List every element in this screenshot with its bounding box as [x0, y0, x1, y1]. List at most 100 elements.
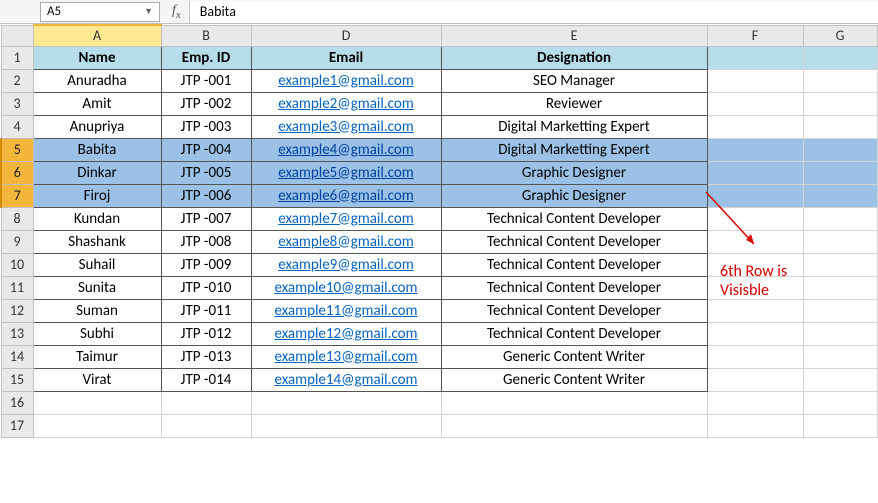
cell[interactable]	[803, 345, 877, 368]
cell[interactable]	[803, 92, 877, 115]
email-cell[interactable]: example1@gmail.com	[251, 69, 441, 92]
cell[interactable]	[803, 69, 877, 92]
cell[interactable]	[803, 230, 877, 253]
email-cell[interactable]: example2@gmail.com	[251, 92, 441, 115]
email-cell[interactable]: example11@gmail.com	[251, 299, 441, 322]
cell[interactable]	[707, 115, 803, 138]
cell[interactable]: JTP -008	[161, 230, 251, 253]
cell[interactable]	[803, 138, 877, 161]
column-header-A[interactable]: A	[33, 25, 161, 46]
cell[interactable]	[803, 253, 877, 276]
cell[interactable]	[161, 391, 251, 414]
cell[interactable]: Technical Content Developer	[441, 276, 707, 299]
cell[interactable]	[803, 299, 877, 322]
cell[interactable]	[803, 161, 877, 184]
email-cell[interactable]: example12@gmail.com	[251, 322, 441, 345]
row-header-7[interactable]: 7	[1, 184, 33, 207]
cell[interactable]	[803, 276, 877, 299]
cell[interactable]	[803, 322, 877, 345]
row-header-17[interactable]: 17	[1, 414, 33, 437]
row-header-11[interactable]: 11	[1, 276, 33, 299]
cell[interactable]	[707, 184, 803, 207]
cell[interactable]	[803, 184, 877, 207]
cell[interactable]: JTP -013	[161, 345, 251, 368]
cell[interactable]	[441, 391, 707, 414]
cell[interactable]	[441, 414, 707, 437]
dropdown-icon[interactable]: ▼	[144, 6, 153, 17]
table-header-cell[interactable]: Name	[33, 46, 161, 69]
cell[interactable]	[707, 138, 803, 161]
email-cell[interactable]: example7@gmail.com	[251, 207, 441, 230]
cell[interactable]: Virat	[33, 368, 161, 391]
cell[interactable]	[33, 414, 161, 437]
column-header-E[interactable]: E	[441, 25, 707, 46]
column-header-G[interactable]: G	[803, 25, 877, 46]
email-cell[interactable]: example6@gmail.com	[251, 184, 441, 207]
row-header-3[interactable]: 3	[1, 92, 33, 115]
column-header-D[interactable]: D	[251, 25, 441, 46]
cell[interactable]: Subhi	[33, 322, 161, 345]
cell[interactable]	[251, 391, 441, 414]
email-cell[interactable]: example3@gmail.com	[251, 115, 441, 138]
cell[interactable]: Technical Content Developer	[441, 230, 707, 253]
cell[interactable]: Taimur	[33, 345, 161, 368]
cell[interactable]	[803, 391, 877, 414]
row-header-14[interactable]: 14	[1, 345, 33, 368]
cell[interactable]	[707, 207, 803, 230]
cell[interactable]	[707, 299, 803, 322]
cell[interactable]	[803, 46, 877, 69]
cell[interactable]: Kundan	[33, 207, 161, 230]
cell[interactable]	[707, 322, 803, 345]
cell[interactable]: Digital Marketting Expert	[441, 138, 707, 161]
cell[interactable]	[803, 368, 877, 391]
cell[interactable]	[707, 368, 803, 391]
row-header-13[interactable]: 13	[1, 322, 33, 345]
table-header-cell[interactable]: Emp. ID	[161, 46, 251, 69]
row-header-5[interactable]: 5	[1, 138, 33, 161]
cell[interactable]: Generic Content Writer	[441, 345, 707, 368]
cell[interactable]: Technical Content Developer	[441, 299, 707, 322]
column-header-B[interactable]: B	[161, 25, 251, 46]
formula-input[interactable]: Babita	[189, 1, 878, 23]
cell[interactable]: Anupriya	[33, 115, 161, 138]
cell[interactable]: Suhail	[33, 253, 161, 276]
cell[interactable]	[707, 92, 803, 115]
cell[interactable]: Technical Content Developer	[441, 253, 707, 276]
table-header-cell[interactable]: Designation	[441, 46, 707, 69]
email-cell[interactable]: example5@gmail.com	[251, 161, 441, 184]
cell[interactable]: JTP -012	[161, 322, 251, 345]
cell[interactable]: Amit	[33, 92, 161, 115]
row-header-2[interactable]: 2	[1, 69, 33, 92]
select-all-corner[interactable]	[1, 25, 33, 46]
cell[interactable]	[161, 414, 251, 437]
fx-icon[interactable]: fx	[164, 3, 189, 21]
cell[interactable]	[707, 230, 803, 253]
cell[interactable]: Shashank	[33, 230, 161, 253]
row-header-12[interactable]: 12	[1, 299, 33, 322]
cell[interactable]	[803, 115, 877, 138]
cell[interactable]	[803, 207, 877, 230]
cell[interactable]	[707, 69, 803, 92]
cell[interactable]: Technical Content Developer	[441, 207, 707, 230]
email-cell[interactable]: example14@gmail.com	[251, 368, 441, 391]
row-header-15[interactable]: 15	[1, 368, 33, 391]
row-header-6[interactable]: 6	[1, 161, 33, 184]
row-header-16[interactable]: 16	[1, 391, 33, 414]
cell[interactable]	[803, 414, 877, 437]
cell[interactable]: SEO Manager	[441, 69, 707, 92]
row-header-8[interactable]: 8	[1, 207, 33, 230]
email-cell[interactable]: example8@gmail.com	[251, 230, 441, 253]
cell[interactable]	[707, 161, 803, 184]
cell[interactable]: JTP -002	[161, 92, 251, 115]
name-box[interactable]: A5 ▼	[40, 2, 160, 22]
cell[interactable]	[707, 345, 803, 368]
cell[interactable]: JTP -004	[161, 138, 251, 161]
cell[interactable]: JTP -001	[161, 69, 251, 92]
cell[interactable]: JTP -003	[161, 115, 251, 138]
cell[interactable]: Sunita	[33, 276, 161, 299]
cell[interactable]: Graphic Designer	[441, 184, 707, 207]
cell[interactable]: Suman	[33, 299, 161, 322]
cell[interactable]	[707, 46, 803, 69]
cell[interactable]: Graphic Designer	[441, 161, 707, 184]
cell[interactable]	[707, 414, 803, 437]
